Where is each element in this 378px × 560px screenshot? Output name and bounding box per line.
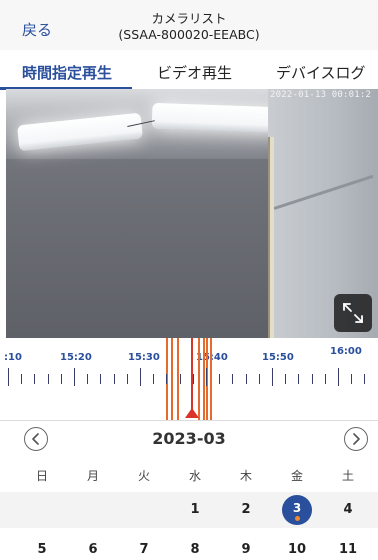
timeline-tick bbox=[34, 374, 36, 384]
timeline-tick bbox=[338, 368, 339, 386]
timeline-tick bbox=[245, 374, 247, 384]
timeline-tick bbox=[298, 374, 300, 384]
timeline-label: :10 bbox=[4, 352, 22, 363]
calendar-day[interactable]: 5 bbox=[22, 542, 62, 557]
weekday-label: 火 bbox=[137, 469, 150, 483]
timeline-tick bbox=[153, 374, 155, 384]
timeline-label: 15:50 bbox=[262, 352, 294, 363]
calendar-day[interactable]: 10 bbox=[277, 542, 317, 557]
video-player[interactable]: 2022-01-13 00:01:2 bbox=[6, 89, 378, 338]
calendar-day[interactable]: 11 bbox=[328, 542, 368, 557]
timeline-tick bbox=[311, 374, 313, 384]
recording-event bbox=[210, 338, 212, 420]
weekday-label: 金 bbox=[290, 469, 303, 483]
playhead-line bbox=[191, 338, 193, 418]
app-header: 戻る カメラリスト (SSAA-800020-EEABC) bbox=[0, 0, 378, 50]
calendar-day[interactable]: 2 bbox=[226, 502, 266, 517]
tab-time-playback[interactable]: 時間指定再生 bbox=[22, 62, 112, 83]
timeline-tick bbox=[60, 374, 62, 384]
video-pole bbox=[268, 137, 274, 338]
calendar-day[interactable]: 7 bbox=[124, 542, 164, 557]
timeline-tick bbox=[140, 368, 141, 386]
calendar-divider bbox=[0, 420, 378, 421]
timeline-tick bbox=[74, 368, 75, 386]
timeline-tick bbox=[206, 368, 207, 386]
timeline-tick bbox=[87, 374, 89, 384]
expand-icon bbox=[343, 303, 363, 323]
calendar-month: 2023-03 bbox=[152, 429, 226, 448]
timeline-label: 15:30 bbox=[128, 352, 160, 363]
timeline-tick bbox=[219, 374, 221, 384]
timeline-tick bbox=[166, 374, 168, 384]
timeline-tick bbox=[272, 368, 273, 386]
timeline-scrubber[interactable]: :10 15:20 15:30 15:40 15:50 16:00 bbox=[0, 338, 378, 420]
timeline-tick bbox=[364, 374, 366, 384]
weekday-label: 月 bbox=[86, 469, 99, 483]
timeline-tick bbox=[324, 374, 326, 384]
calendar-day[interactable]: 1 bbox=[175, 502, 215, 517]
fullscreen-button[interactable] bbox=[334, 294, 372, 332]
calendar-day[interactable]: 9 bbox=[226, 542, 266, 557]
page-title-main: カメラリスト bbox=[151, 11, 227, 26]
timeline-tick bbox=[47, 374, 49, 384]
weekday-label: 木 bbox=[239, 469, 252, 483]
timeline-tick bbox=[285, 374, 287, 384]
timeline-tick bbox=[8, 368, 9, 386]
next-month-button[interactable] bbox=[344, 427, 368, 451]
recording-indicator-dot bbox=[295, 516, 300, 521]
timeline-label: 16:00 bbox=[330, 346, 362, 357]
timeline-tick bbox=[100, 374, 102, 384]
calendar-day[interactable]: 8 bbox=[175, 542, 215, 557]
calendar-day[interactable]: 6 bbox=[73, 542, 113, 557]
timeline-tick bbox=[351, 374, 353, 384]
weekday-header: 日 月 火 水 木 金 土 bbox=[0, 467, 378, 485]
timeline-tick bbox=[113, 374, 115, 384]
timeline-label: 15:20 bbox=[60, 352, 92, 363]
page-title: カメラリスト (SSAA-800020-EEABC) bbox=[0, 11, 378, 43]
calendar: 2023-03 日 月 火 水 木 金 土 1 2 3 4 5 6 7 8 9 … bbox=[0, 420, 378, 560]
video-timestamp: 2022-01-13 00:01:2 bbox=[270, 90, 372, 100]
chevron-right-icon bbox=[353, 433, 360, 445]
timeline-tick bbox=[232, 374, 234, 384]
weekday-label: 日 bbox=[35, 469, 48, 483]
tab-bar: 時間指定再生 ビデオ再生 デバイスログ bbox=[0, 50, 378, 90]
weekday-label: 土 bbox=[341, 469, 354, 483]
weekday-label: 水 bbox=[188, 469, 201, 483]
timeline-tick bbox=[258, 374, 260, 384]
timeline-tick bbox=[179, 374, 181, 384]
calendar-day-selected[interactable]: 3 bbox=[282, 495, 312, 525]
video-ceiling-light bbox=[151, 102, 281, 134]
recording-event bbox=[171, 338, 173, 420]
calendar-day[interactable]: 4 bbox=[328, 502, 368, 517]
playhead-marker[interactable] bbox=[185, 408, 199, 418]
timeline-tick bbox=[126, 374, 128, 384]
tab-video-playback[interactable]: ビデオ再生 bbox=[157, 62, 232, 83]
selected-day-number: 3 bbox=[292, 501, 302, 515]
timeline-tick bbox=[21, 374, 23, 384]
recording-event bbox=[203, 338, 205, 420]
page-title-device-id: (SSAA-800020-EEABC) bbox=[118, 27, 260, 42]
tab-device-log[interactable]: デバイスログ bbox=[276, 62, 366, 83]
